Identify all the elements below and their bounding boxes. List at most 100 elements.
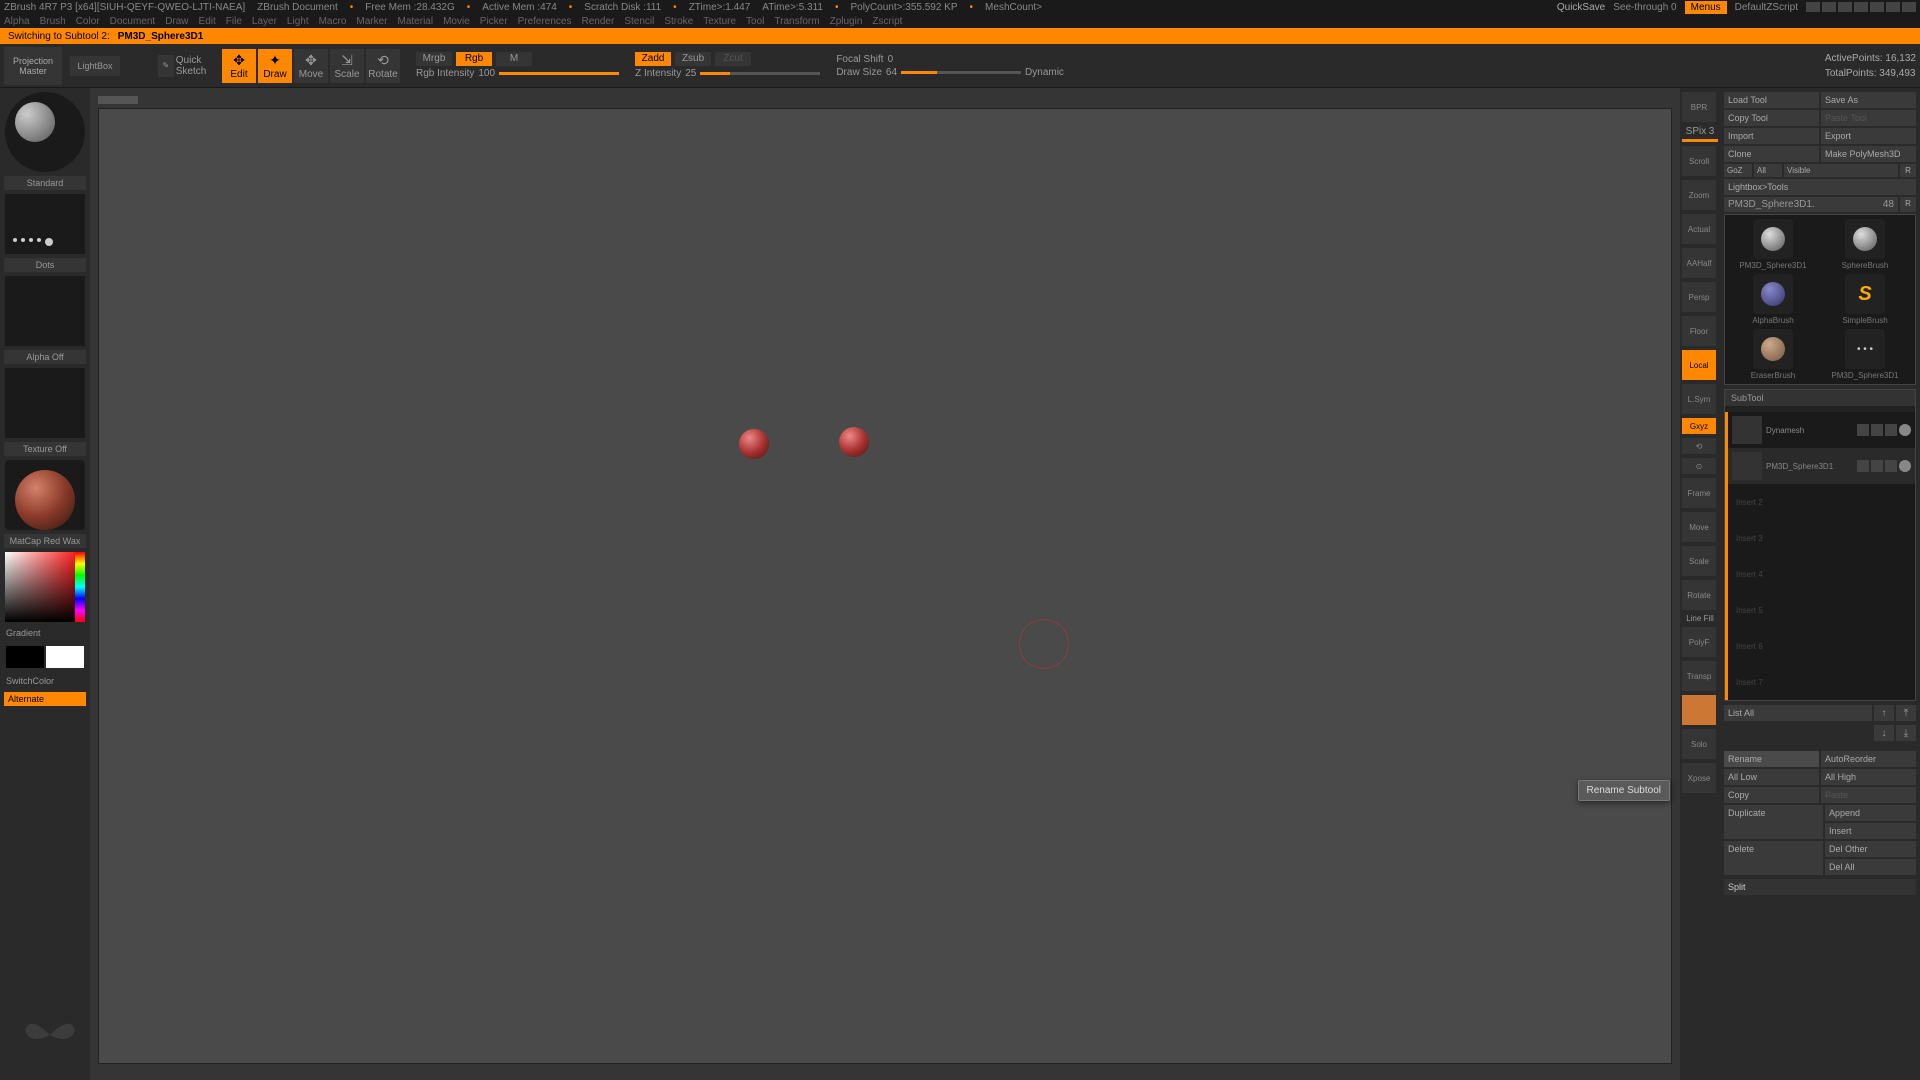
rgb-intensity-slider[interactable] xyxy=(499,72,619,75)
menu-movie[interactable]: Movie xyxy=(443,16,470,27)
move-nav-button[interactable]: Move xyxy=(1682,512,1716,542)
goz-visible-button[interactable]: Visible xyxy=(1784,164,1898,177)
minimize-icon[interactable] xyxy=(1870,2,1884,12)
move-bottom-button[interactable]: ⤓ xyxy=(1896,725,1916,741)
close-icon[interactable] xyxy=(1902,2,1916,12)
frame-button[interactable]: Frame xyxy=(1682,478,1716,508)
menu-texture[interactable]: Texture xyxy=(703,16,736,27)
split-header[interactable]: Split xyxy=(1724,879,1916,895)
delete-button[interactable]: Delete xyxy=(1724,841,1823,875)
rotate-mode-button[interactable]: ⟲Rotate xyxy=(366,49,400,83)
window-icon[interactable] xyxy=(1822,2,1836,12)
subtool-mode-icon[interactable] xyxy=(1871,460,1883,472)
tool-item[interactable]: PM3D_Sphere3D1 xyxy=(1729,219,1817,270)
edit-mode-button[interactable]: ✥Edit xyxy=(222,49,256,83)
scale-mode-button[interactable]: ⇲Scale xyxy=(330,49,364,83)
spix-slider[interactable]: SPix 3 xyxy=(1682,126,1718,142)
paste-tool-button[interactable]: Paste Tool xyxy=(1821,110,1916,126)
tool-item[interactable]: EraserBrush xyxy=(1729,329,1817,380)
menu-render[interactable]: Render xyxy=(582,16,615,27)
subtool-item[interactable]: Dynamesh xyxy=(1728,412,1915,448)
m-button[interactable]: M xyxy=(496,52,532,66)
menu-macro[interactable]: Macro xyxy=(319,16,347,27)
menu-material[interactable]: Material xyxy=(398,16,434,27)
menus-button[interactable]: Menus xyxy=(1685,1,1727,14)
menu-document[interactable]: Document xyxy=(110,16,156,27)
actual-button[interactable]: Actual xyxy=(1682,214,1716,244)
move-down-button[interactable]: ↓ xyxy=(1874,725,1894,741)
subtool-mode-icon[interactable] xyxy=(1871,424,1883,436)
save-as-button[interactable]: Save As xyxy=(1821,92,1916,108)
draw-mode-button[interactable]: ✦Draw xyxy=(258,49,292,83)
visibility-icon[interactable] xyxy=(1899,424,1911,436)
make-polymesh-button[interactable]: Make PolyMesh3D xyxy=(1821,146,1916,162)
maximize-icon[interactable] xyxy=(1886,2,1900,12)
subtool-mode-icon[interactable] xyxy=(1857,460,1869,472)
quicksave-button[interactable]: QuickSave xyxy=(1557,2,1605,13)
z-intensity-slider[interactable] xyxy=(700,72,820,75)
menu-brush[interactable]: Brush xyxy=(40,16,66,27)
menu-stroke[interactable]: Stroke xyxy=(664,16,693,27)
import-button[interactable]: Import xyxy=(1724,128,1819,144)
menu-alpha[interactable]: Alpha xyxy=(4,16,30,27)
copy-tool-button[interactable]: Copy Tool xyxy=(1724,110,1819,126)
append-button[interactable]: Append xyxy=(1825,805,1916,821)
load-tool-button[interactable]: Load Tool xyxy=(1724,92,1819,108)
clone-button[interactable]: Clone xyxy=(1724,146,1819,162)
local-button[interactable]: Local xyxy=(1682,350,1716,380)
viewport[interactable] xyxy=(98,108,1672,1064)
primary-color-swatch[interactable] xyxy=(46,646,84,668)
window-icon[interactable] xyxy=(1854,2,1868,12)
alternate-button[interactable]: Alternate xyxy=(4,692,86,706)
goz-button[interactable]: GoZ xyxy=(1724,164,1752,177)
bpr-button[interactable]: BPR xyxy=(1682,92,1716,122)
secondary-color-swatch[interactable] xyxy=(6,646,44,668)
draw-size-slider[interactable] xyxy=(901,71,1021,74)
menu-zplugin[interactable]: Zplugin xyxy=(830,16,863,27)
gxyz-button[interactable]: Gxyz xyxy=(1682,418,1716,434)
menu-transform[interactable]: Transform xyxy=(774,16,819,27)
copy-subtool-button[interactable]: Copy xyxy=(1724,787,1819,803)
duplicate-button[interactable]: Duplicate xyxy=(1724,805,1823,839)
dynamic-label[interactable]: Dynamic xyxy=(1025,67,1064,78)
color-picker[interactable] xyxy=(5,552,85,622)
texture-selector[interactable] xyxy=(5,368,85,438)
solo-button[interactable]: Solo xyxy=(1682,729,1716,759)
seethrough-slider[interactable]: See-through 0 xyxy=(1613,2,1676,13)
tool-item[interactable]: SimpleBrush xyxy=(1821,274,1909,325)
menu-layer[interactable]: Layer xyxy=(252,16,277,27)
tool-item[interactable]: PM3D_Sphere3D1 xyxy=(1821,329,1909,380)
menu-zscript[interactable]: Zscript xyxy=(872,16,902,27)
move-top-button[interactable]: ⤒ xyxy=(1896,705,1916,721)
mesh-sphere[interactable] xyxy=(839,427,869,457)
lightbox-tools-button[interactable]: Lightbox>Tools xyxy=(1724,179,1916,195)
rot-z-button[interactable]: ⊙ xyxy=(1682,458,1716,474)
export-button[interactable]: Export xyxy=(1821,128,1916,144)
material-selector[interactable] xyxy=(5,460,85,530)
paste-subtool-button[interactable]: Paste xyxy=(1821,787,1916,803)
zoom-button[interactable]: Zoom xyxy=(1682,180,1716,210)
stroke-selector[interactable] xyxy=(5,194,85,254)
subtool-header[interactable]: SubTool xyxy=(1725,390,1915,406)
rotate-nav-button[interactable]: Rotate xyxy=(1682,580,1716,610)
scale-nav-button[interactable]: Scale xyxy=(1682,546,1716,576)
lsym-button[interactable]: L.Sym xyxy=(1682,384,1716,414)
mrgb-button[interactable]: Mrgb xyxy=(416,52,452,66)
quick-sketch-button[interactable]: ✎ Quick Sketch xyxy=(158,55,218,77)
ghost-button[interactable] xyxy=(1682,695,1716,725)
menu-file[interactable]: File xyxy=(226,16,242,27)
all-low-button[interactable]: All Low xyxy=(1724,769,1819,785)
subtool-mode-icon[interactable] xyxy=(1885,424,1897,436)
zadd-button[interactable]: Zadd xyxy=(635,52,671,66)
menu-light[interactable]: Light xyxy=(287,16,309,27)
floor-button[interactable]: Floor xyxy=(1682,316,1716,346)
move-mode-button[interactable]: ✥Move xyxy=(294,49,328,83)
zsub-button[interactable]: Zsub xyxy=(675,52,711,66)
window-icon[interactable] xyxy=(1838,2,1852,12)
autoreorder-button[interactable]: AutoReorder xyxy=(1821,751,1916,767)
tool-item[interactable]: AlphaBrush xyxy=(1729,274,1817,325)
hue-slider[interactable] xyxy=(75,552,85,622)
menu-marker[interactable]: Marker xyxy=(356,16,387,27)
menu-tool[interactable]: Tool xyxy=(746,16,764,27)
goz-all-button[interactable]: All xyxy=(1754,164,1782,177)
